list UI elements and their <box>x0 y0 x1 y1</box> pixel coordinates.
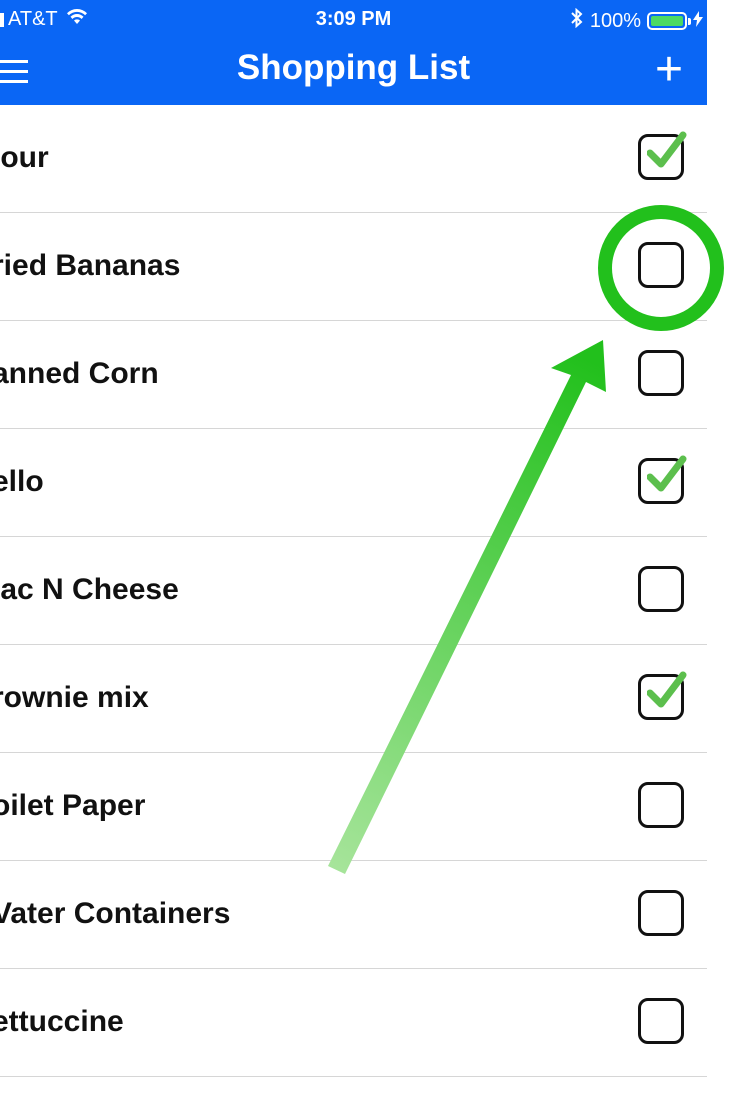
checkbox-icon[interactable] <box>638 242 684 288</box>
item-label: Vater Containers <box>0 897 231 930</box>
list-item[interactable]: Vater Containers <box>0 861 707 969</box>
checkbox-icon[interactable] <box>638 131 687 180</box>
checkbox-icon[interactable] <box>638 998 684 1044</box>
item-label: ettuccine <box>0 1005 124 1038</box>
checkmark-icon <box>647 455 687 492</box>
battery-percent: 100% <box>589 9 641 32</box>
item-label: ello <box>0 465 44 498</box>
checkbox-icon[interactable] <box>638 350 684 396</box>
list-item[interactable]: ello <box>0 429 707 537</box>
status-bar: AT&T 3:09 PM 100% <box>0 0 707 38</box>
checkbox-icon[interactable] <box>638 566 684 612</box>
battery-tip <box>688 17 691 25</box>
list-item[interactable]: ried Bananas <box>0 213 707 321</box>
nav-bar: Shopping List + <box>0 38 707 105</box>
list-item[interactable]: lour <box>0 105 707 213</box>
checkbox-icon[interactable] <box>638 782 684 828</box>
bluetooth-icon <box>570 7 584 34</box>
item-label: oilet Paper <box>0 789 146 822</box>
item-label: lour <box>0 141 49 174</box>
checkbox-icon[interactable] <box>638 890 684 936</box>
checkbox-icon[interactable] <box>638 455 687 504</box>
list-item[interactable]: ettuccine <box>0 969 707 1077</box>
item-label: rownie mix <box>0 681 149 714</box>
top-bar: AT&T 3:09 PM 100% Shopping List + <box>0 0 707 105</box>
phone-screen: AT&T 3:09 PM 100% Shopping List + our ri… <box>0 0 729 1100</box>
checkmark-icon <box>647 671 687 708</box>
shopping-list: lour ried Bananas anned Corn ello lac N … <box>0 105 707 1077</box>
list-item[interactable]: lac N Cheese <box>0 537 707 645</box>
checkbox-icon[interactable] <box>638 671 687 720</box>
checkmark-icon <box>647 131 687 168</box>
page-title: Shopping List <box>236 48 471 87</box>
list-item[interactable]: rownie mix <box>0 645 707 753</box>
item-label: lac N Cheese <box>0 573 179 606</box>
list-item[interactable]: anned Corn <box>0 321 707 429</box>
status-right: 100% <box>570 7 703 34</box>
charging-icon <box>693 10 703 32</box>
battery-icon <box>647 12 687 30</box>
list-item[interactable]: oilet Paper <box>0 753 707 861</box>
item-label: ried Bananas <box>0 249 181 282</box>
add-item-button[interactable]: + <box>655 42 683 98</box>
item-label: anned Corn <box>0 357 159 390</box>
